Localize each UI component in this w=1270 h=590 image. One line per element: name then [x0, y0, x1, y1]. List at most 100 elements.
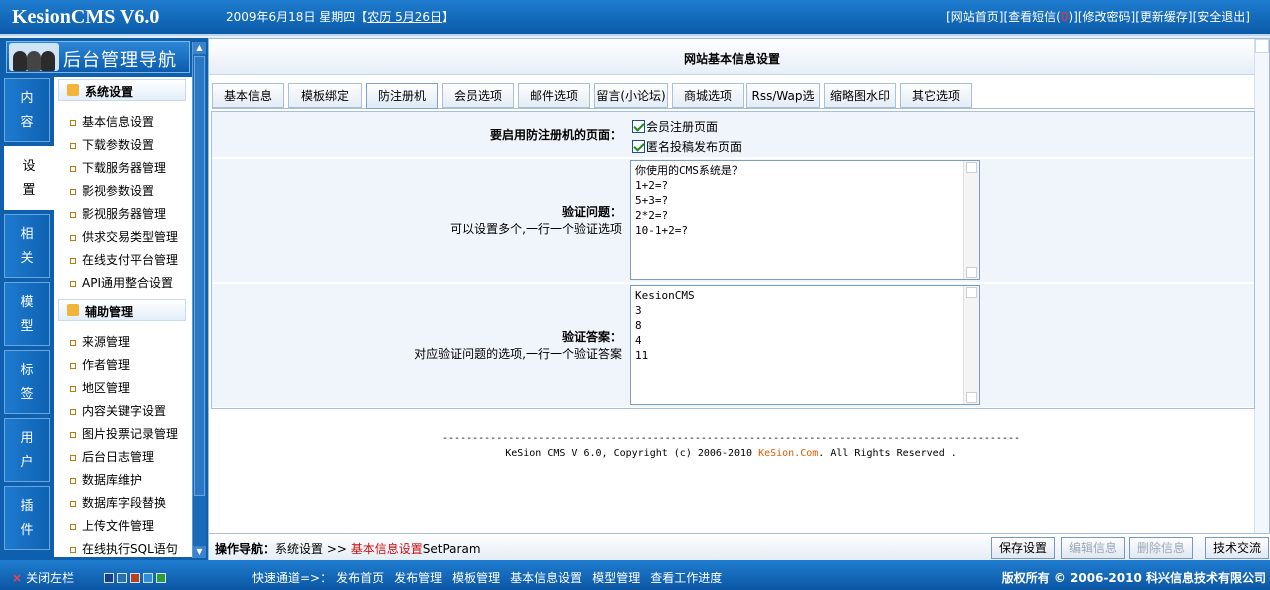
sidebar-tab-label: 用户: [20, 431, 34, 470]
scroll-down-icon[interactable]: [966, 392, 977, 403]
quick-link-template-manage[interactable]: 模板管理: [452, 571, 500, 585]
theme-swatch[interactable]: [117, 573, 127, 583]
main-panel: 网站基本信息设置 基本信息 模板绑定 防注册机 会员选项 邮件选项 留言(小论坛…: [208, 38, 1270, 561]
menu-item[interactable]: 地区管理: [70, 379, 130, 396]
scroll-up-icon[interactable]: [1255, 39, 1269, 53]
scroll-thumb[interactable]: [194, 56, 205, 496]
messages-link[interactable]: [查看短信(0)]: [1003, 10, 1077, 24]
tab-thumbnail-watermark[interactable]: 缩略图水印: [824, 83, 896, 108]
tab-mail-options[interactable]: 邮件选项: [518, 83, 590, 108]
member-register-checkbox[interactable]: 会员注册页面: [632, 118, 718, 135]
menu-item[interactable]: 基本信息设置: [70, 113, 154, 130]
close-icon: ×: [12, 571, 23, 585]
delete-info-button[interactable]: 删除信息: [1129, 537, 1193, 559]
logout-link[interactable]: [安全退出]: [1193, 10, 1250, 24]
menu-item[interactable]: 影视服务器管理: [70, 205, 166, 222]
admin-avatar-icon: [9, 43, 59, 71]
sidebar-tab-users[interactable]: 用户: [4, 418, 50, 482]
tab-other-options[interactable]: 其它选项: [900, 83, 972, 108]
menu-group-aux-management[interactable]: 辅助管理: [58, 299, 186, 321]
menu-item[interactable]: 下载服务器管理: [70, 159, 166, 176]
breadcrumb-path: 系统设置 >>: [275, 542, 351, 556]
tab-member-options[interactable]: 会员选项: [442, 83, 514, 108]
sidebar-tab-tags[interactable]: 标签: [4, 350, 50, 414]
sidebar-tab-models[interactable]: 模型: [4, 282, 50, 346]
theme-swatch[interactable]: [130, 573, 140, 583]
quick-link-basic-settings[interactable]: 基本信息设置: [510, 571, 582, 585]
answer-row: 验证答案： 对应验证问题的选项,一行一个验证答案 KesionCMS 3 8 4 …: [212, 284, 1254, 408]
tab-anti-registration[interactable]: 防注册机: [366, 83, 438, 109]
menu-item[interactable]: 数据库维护: [70, 471, 142, 488]
menu-item[interactable]: 图片投票记录管理: [70, 425, 178, 442]
question-textarea[interactable]: 你使用的CMS系统是？ 1+2=? 5+3=? 2*2=? 10-1+2=?: [630, 160, 980, 280]
sidebar-tab-related[interactable]: 相关: [4, 214, 50, 278]
close-left-panel-button[interactable]: × 关闭左栏: [12, 569, 74, 586]
scroll-up-icon[interactable]: [966, 162, 977, 173]
theme-swatch[interactable]: [143, 573, 153, 583]
scroll-down-icon[interactable]: ▼: [193, 546, 206, 558]
tab-template-binding[interactable]: 模板绑定: [288, 83, 362, 108]
sidebar-tab-label: 标签: [20, 363, 34, 402]
scroll-up-icon[interactable]: ▲: [193, 42, 206, 54]
answer-textarea[interactable]: KesionCMS 3 8 4 11: [630, 285, 980, 405]
checkbox-checked-icon[interactable]: [632, 140, 645, 153]
menu-item[interactable]: 下载参数设置: [70, 136, 154, 153]
sidebar-tab-content[interactable]: 内容: [4, 78, 50, 142]
theme-swatch[interactable]: [104, 573, 114, 583]
anti-registration-form: 要启用防注册机的页面： 会员注册页面 匿名投稿发布页面 验证问题： 可以设置多个,…: [211, 111, 1255, 409]
scroll-down-icon[interactable]: [966, 267, 977, 278]
sidebar-tab-plugins[interactable]: 插件: [4, 486, 50, 550]
footer-brand-link[interactable]: KeSion.Com: [758, 448, 818, 459]
menu-group-system-settings[interactable]: 系统设置: [58, 79, 186, 101]
menu-item[interactable]: API通用整合设置: [70, 274, 173, 291]
quick-link-work-progress[interactable]: 查看工作进度: [650, 571, 722, 585]
tech-exchange-button[interactable]: 技术交流: [1205, 537, 1269, 559]
operation-bar: 操作导航：系统设置 >> 基本信息设置SetParam 保存设置 编辑信息 删除…: [209, 533, 1270, 561]
tab-rss-wap[interactable]: Rss/Wap选项: [746, 83, 820, 127]
lunar-close-bracket: 】: [442, 10, 455, 24]
top-header: KesionCMS V6.0 2009年6月18日 星期四【农历 5月26日】 …: [0, 0, 1270, 36]
footer-copyright: KeSion CMS V 6.0, Copyright (c) 2006-201…: [409, 448, 1053, 459]
save-settings-button[interactable]: 保存设置: [991, 537, 1055, 559]
change-password-link[interactable]: [修改密码]: [1078, 10, 1135, 24]
menu-item[interactable]: 供求交易类型管理: [70, 228, 178, 245]
quick-link-publish-manage[interactable]: 发布管理: [394, 571, 442, 585]
scroll-up-icon[interactable]: [966, 287, 977, 298]
answer-label-block: 验证答案： 对应验证问题的选项,一行一个验证答案: [212, 328, 626, 362]
theme-swatches: [104, 572, 169, 586]
tab-guestbook[interactable]: 留言(小论坛): [594, 83, 668, 108]
bottom-bar: × 关闭左栏 快速通道=>： 发布首页 发布管理 模板管理 基本信息设置 模型管理 查看工作进…: [0, 560, 1270, 590]
tab-shop-options[interactable]: 商城选项: [672, 83, 744, 108]
menu-item[interactable]: 数据库字段替换: [70, 494, 166, 511]
breadcrumb-suffix: SetParam: [422, 542, 481, 556]
checkbox-checked-icon[interactable]: [632, 120, 645, 133]
sidebar-tab-label: 模型: [20, 295, 34, 334]
sidebar-tab-settings[interactable]: 设置: [4, 146, 54, 210]
site-home-link[interactable]: [网站首页]: [946, 10, 1003, 24]
lunar-date-link[interactable]: 农历 5月26日: [367, 10, 442, 24]
theme-swatch[interactable]: [156, 573, 166, 583]
textarea-scrollbar[interactable]: [963, 286, 979, 404]
textarea-scrollbar[interactable]: [963, 161, 979, 279]
sidebar-scrollbar[interactable]: ▲ ▼: [192, 42, 206, 558]
quick-link-publish-home[interactable]: 发布首页: [336, 571, 384, 585]
menu-item[interactable]: 在线执行SQL语句: [70, 540, 178, 557]
main-scrollbar[interactable]: [1254, 39, 1269, 533]
menu-item[interactable]: 作者管理: [70, 356, 130, 373]
folder-icon: [67, 304, 79, 316]
menu-item[interactable]: 影视参数设置: [70, 182, 154, 199]
anonymous-post-checkbox[interactable]: 匿名投稿发布页面: [632, 138, 742, 155]
checkbox-label: 会员注册页面: [646, 120, 719, 134]
quick-link-model-manage[interactable]: 模型管理: [592, 571, 640, 585]
edit-info-button[interactable]: 编辑信息: [1061, 537, 1125, 559]
menu-item[interactable]: 来源管理: [70, 333, 130, 350]
menu-item[interactable]: 后台日志管理: [70, 448, 154, 465]
menu-item[interactable]: 在线支付平台管理: [70, 251, 178, 268]
menu-item[interactable]: 上传文件管理: [70, 517, 154, 534]
update-cache-link[interactable]: [更新缓存]: [1135, 10, 1192, 24]
tab-basic-info[interactable]: 基本信息: [212, 83, 284, 108]
date-text: 2009年6月18日 星期四: [226, 10, 356, 24]
answer-hint: 对应验证问题的选项,一行一个验证答案: [414, 347, 622, 361]
settings-tabs: 基本信息 模板绑定 防注册机 会员选项 邮件选项 留言(小论坛) 商城选项 Rs…: [212, 83, 1254, 127]
menu-item[interactable]: 内容关键字设置: [70, 402, 166, 419]
